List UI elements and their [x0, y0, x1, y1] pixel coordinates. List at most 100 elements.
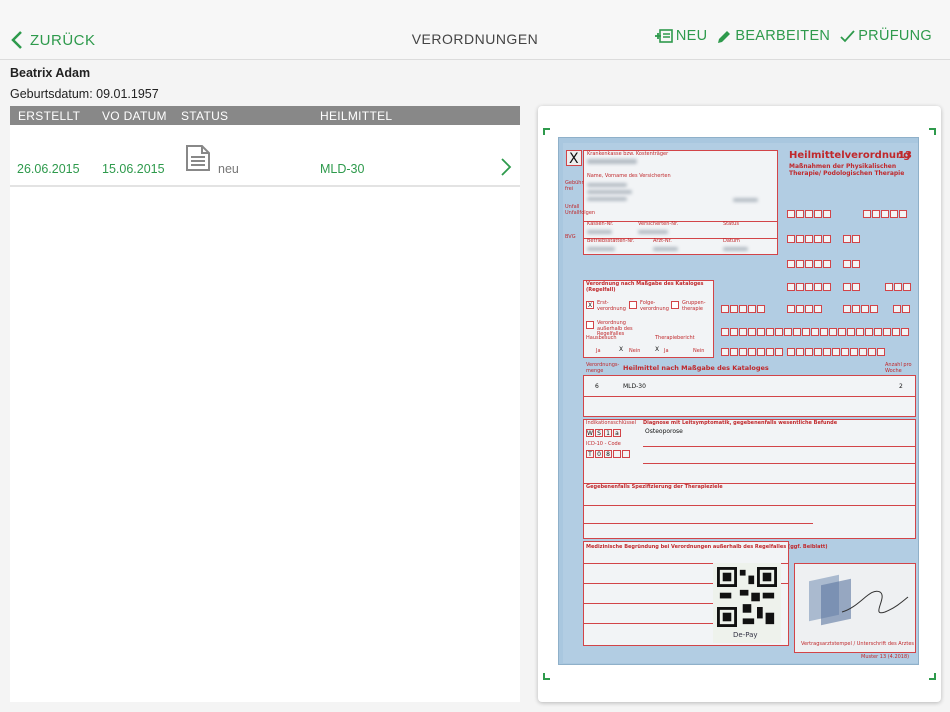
form-stamp-block: Vertragsarztstempel / Unterschrift des A… — [794, 563, 916, 653]
edit-label: BEARBEITEN — [735, 28, 831, 44]
form-stempel-label: Vertragsarztstempel / Unterschrift des A… — [801, 641, 915, 647]
patient-name: Beatrix Adam — [10, 66, 91, 80]
form-anzahl-label: Anzahl pro Woche — [885, 362, 912, 374]
form-code-cell: 8 — [604, 450, 612, 458]
form-box-x: X — [569, 151, 579, 167]
form-line — [583, 523, 813, 524]
form-name-label: Name, Vorname des Versicherten — [587, 173, 671, 179]
form-redacted — [587, 247, 615, 251]
column-vo-date[interactable]: VO DATUM — [102, 109, 167, 123]
form-line — [583, 505, 916, 506]
form-cells — [843, 305, 878, 313]
form-checkbox-mark: X — [588, 302, 593, 309]
form-check-box: X — [566, 150, 582, 167]
check-icon — [840, 29, 855, 42]
column-status[interactable]: STATUS — [181, 109, 228, 123]
form-muster-label: Muster 13 (4.2018) — [861, 654, 910, 660]
form-hausbesuch-label: Hausbesuch — [586, 335, 617, 341]
new-button[interactable]: NEU — [654, 28, 708, 44]
form-nein-label: Nein — [629, 348, 641, 354]
form-redacted — [587, 190, 632, 194]
form-kassen-label: Kassen-Nr. — [587, 221, 614, 227]
form-erst-label: Erst-verordnung — [597, 300, 626, 312]
form-code-cell: 0 — [595, 450, 603, 458]
form-cells — [787, 283, 831, 291]
signature — [841, 590, 909, 614]
form-cells — [787, 210, 831, 218]
form-redacted — [653, 247, 678, 251]
pencil-icon — [718, 30, 731, 43]
document-icon — [186, 145, 210, 171]
form-katalog-label: Verordnung nach Maßgabe des Kataloges (R… — [586, 281, 704, 293]
form-redacted — [587, 183, 627, 187]
form-cells — [843, 283, 860, 291]
form-cells — [893, 305, 910, 313]
form-code-cell: a — [613, 429, 621, 437]
remedy: MLD-30 — [320, 162, 365, 176]
form-code-cell: T — [586, 450, 594, 458]
form-diagnose: Osteoporose — [645, 428, 683, 435]
crop-corner-br — [929, 673, 936, 680]
column-created[interactable]: ERSTELLT — [18, 109, 80, 123]
form-cells — [843, 235, 860, 243]
form-line — [643, 463, 916, 464]
form-diagnose-label: Diagnose mit Leitsymptomatik, gegebenenf… — [643, 420, 838, 426]
form-icd-label: ICD-10 - Code — [586, 441, 621, 447]
qr-code-icon — [717, 567, 777, 627]
form-versicherten-label: Versicherten-Nr. — [638, 221, 679, 227]
form-cells — [787, 235, 831, 243]
check-label: PRÜFUNG — [858, 28, 932, 44]
crop-corner-bl — [543, 673, 550, 680]
new-document-icon — [654, 29, 673, 43]
form-cells — [787, 260, 831, 268]
form-title: Heilmittelverordnung — [789, 150, 911, 161]
created-date: 26.06.2015 — [17, 162, 80, 176]
column-remedy[interactable]: HEILMITTEL — [320, 109, 392, 123]
form-redacted — [733, 198, 758, 202]
check-button[interactable]: PRÜFUNG — [840, 28, 932, 44]
form-code-cell: S — [595, 429, 603, 437]
prescription-preview[interactable]: X Krankenkasse bzw. Kostenträger Name, V… — [538, 106, 941, 702]
form-cells — [885, 283, 911, 291]
form-cells — [787, 348, 885, 356]
edit-button[interactable]: BEARBEITEN — [717, 28, 830, 44]
form-cells — [721, 348, 783, 356]
toolbar: NEU BEARBEITEN PRÜFUNG — [654, 28, 932, 44]
form-icd-cells: T 0 8 — [586, 450, 630, 458]
form-cells — [787, 305, 822, 313]
status-text: neu — [218, 162, 239, 176]
form-code-cell: 1 — [604, 429, 612, 437]
table-header: ERSTELLT VO DATUM STATUS HEILMITTEL — [10, 106, 520, 125]
form-begruendung-label: Medizinische Begründung bei Verordnungen… — [586, 544, 828, 550]
form-checkbox: X — [586, 301, 594, 309]
form-checkbox — [586, 321, 594, 329]
form-folge-label: Folge-verordnung — [640, 300, 669, 312]
form-datum-label: Datum — [723, 238, 740, 244]
form-line — [583, 603, 713, 604]
form-number: 13 — [898, 150, 912, 161]
form-checkbox — [629, 301, 637, 309]
new-label: NEU — [675, 28, 708, 44]
chevron-right-icon — [501, 158, 512, 176]
patient-dob: Geburtsdatum: 09.01.1957 — [10, 87, 159, 101]
form-ja-mark: X — [655, 346, 660, 353]
form-side-label: Gebühr frei — [565, 180, 584, 192]
form-gruppe-label: Gruppen-therapie — [682, 300, 706, 312]
form-side-label: BVG — [565, 234, 576, 240]
crop-corner-tl — [543, 128, 550, 135]
form-redacted — [723, 247, 748, 251]
table-row[interactable]: 26.06.2015 15.06.2015 neu MLD-30 — [10, 125, 520, 187]
form-spezifizierung-label: Gegebenenfalls Spezifizierung der Therap… — [586, 484, 723, 490]
qr-code: De-Pay — [713, 563, 781, 643]
form-code-cell: W — [586, 429, 594, 437]
form-indikation-label: Indikationsschlüssel — [586, 420, 637, 426]
form-cells — [721, 305, 765, 313]
top-bar: ZURÜCK VERORDNUNGEN NEU BEARBEITEN PRÜFU… — [0, 0, 950, 60]
form-heilmittel-header: Heilmittel nach Maßgabe des Kataloges — [623, 364, 769, 372]
form-ja-label: Ja — [596, 348, 601, 354]
prescription-scan: X Krankenkasse bzw. Kostenträger Name, V… — [558, 137, 919, 665]
form-menge-label: Verordnungs-menge — [586, 362, 620, 374]
vo-date: 15.06.2015 — [102, 162, 165, 176]
form-line — [643, 446, 916, 447]
form-redacted — [587, 159, 637, 164]
